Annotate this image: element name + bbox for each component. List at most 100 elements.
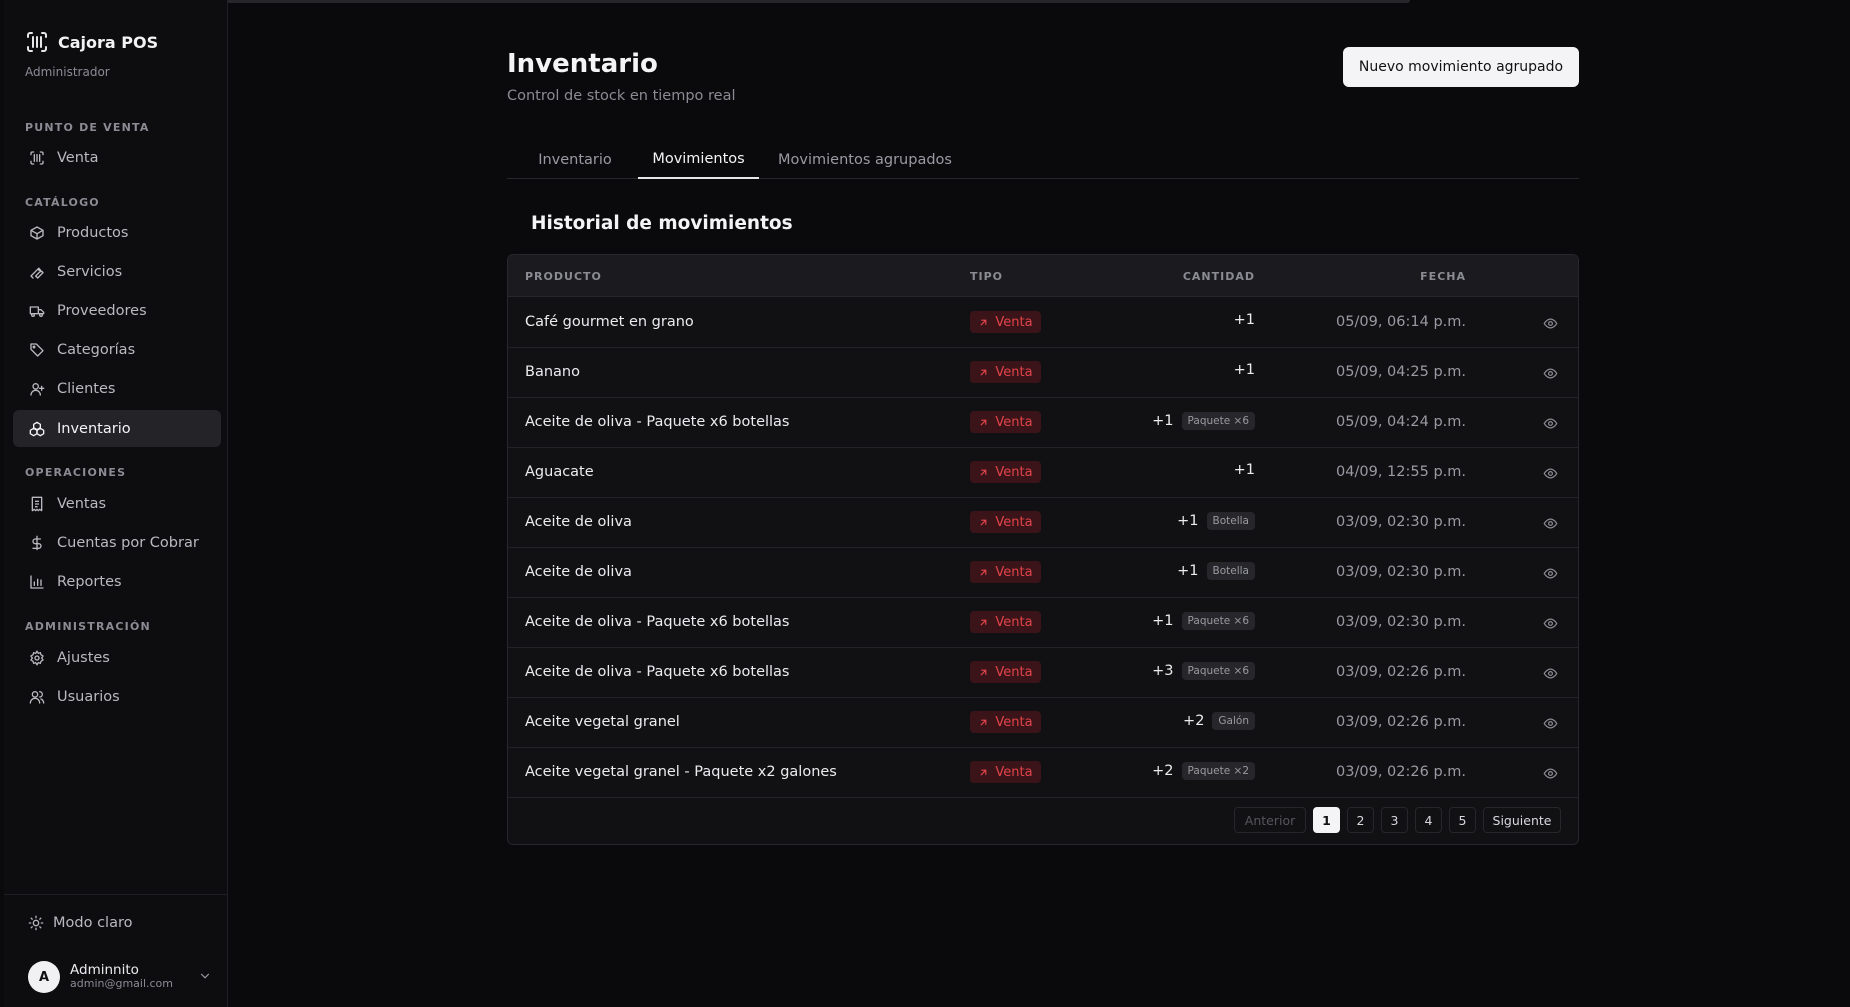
table-row[interactable]: Aceite de oliva Venta +1 Botella 03/09, 02:3… [508,548,1578,598]
eye-icon[interactable] [1543,566,1558,581]
user-icon [29,381,45,397]
type-badge: Venta [970,311,1041,333]
unit-badge: Botella [1206,512,1255,530]
quantity-value: +1 [1233,362,1255,378]
tab-movimientos[interactable]: Movimientos [638,140,759,179]
type-badge: Venta [970,361,1041,383]
sidebar-item-cuentas-por-cobrar[interactable]: Cuentas por Cobrar [13,524,221,561]
page-button-4[interactable]: 4 [1415,807,1442,833]
sidebar-item-clientes[interactable]: Clientes [13,370,221,407]
movement-date: 05/09, 06:14 p.m. [1336,314,1466,330]
section-title-punto-de-venta: PUNTO DE VENTA [25,121,150,134]
arrow-up-right-icon [981,369,987,375]
sidebar-item-productos[interactable]: Productos [13,214,221,251]
arrow-up-right-icon [981,519,987,525]
page-button-3[interactable]: 3 [1381,807,1408,833]
table-row[interactable]: Aceite de oliva - Paquete x6 botellas Ven… [508,398,1578,448]
eye-icon[interactable] [1543,366,1558,381]
user-menu[interactable]: A Adminnito admin@gmail.com [28,959,212,995]
type-label: Venta [995,714,1033,730]
arrow-up-right-icon [981,669,987,675]
arrow-up-right-icon [981,319,987,325]
quantity-cell: +2 Paquete ×2 [1152,762,1255,780]
movement-date: 05/09, 04:25 p.m. [1336,364,1466,380]
table-row[interactable]: Aceite vegetal granel - Paquete x2 galon… [508,748,1578,798]
table-row[interactable]: Aguacate Venta +1 04/09, 12:55 p.m. [508,448,1578,498]
type-badge: Venta [970,461,1041,483]
unit-badge: Paquete ×6 [1181,612,1255,630]
quantity-value: +1 [1177,563,1199,579]
quantity-cell: +1 Paquete ×6 [1152,412,1255,430]
sidebar-item-label: Ajustes [57,649,110,666]
sidebar-item-ajustes[interactable]: Ajustes [13,639,221,676]
sidebar-item-categorias[interactable]: Categorías [13,331,221,368]
type-label: Venta [995,514,1033,530]
sidebar-item-reportes[interactable]: Reportes [13,563,221,600]
type-label: Venta [995,564,1033,580]
type-label: Venta [995,664,1033,680]
eye-icon[interactable] [1543,416,1558,431]
dollar-icon [29,535,45,551]
new-grouped-movement-button[interactable]: Nuevo movimiento agrupado [1343,47,1579,87]
type-label: Venta [995,314,1033,330]
movement-date: 03/09, 02:30 p.m. [1336,614,1466,630]
eye-icon[interactable] [1543,766,1558,781]
sidebar-item-usuarios[interactable]: Usuarios [13,678,221,715]
sidebar-item-ventas[interactable]: Ventas [13,485,221,522]
type-badge: Venta [970,561,1041,583]
column-header-quantity: CANTIDAD [1182,270,1255,283]
sidebar-item-label: Ventas [57,495,107,512]
eye-icon[interactable] [1543,516,1558,531]
prev-page-button[interactable]: Anterior [1234,807,1306,833]
sidebar-item-venta[interactable]: Venta [13,139,221,176]
table-row[interactable]: Banano Venta +1 05/09, 04:25 p.m. [508,348,1578,398]
theme-toggle-label: Modo claro [53,915,133,931]
arrow-up-right-icon [981,569,987,575]
sidebar-item-proveedores[interactable]: Proveedores [13,292,221,329]
unit-badge: Botella [1206,562,1255,580]
tab-movimientos-agrupados[interactable]: Movimientos agrupados [774,140,956,179]
table-row[interactable]: Aceite de oliva Venta +1 Botella 03/09, 02:3… [508,498,1578,548]
eye-icon[interactable] [1543,666,1558,681]
arrow-up-right-icon [981,619,987,625]
product-name: Café gourmet en grano [525,314,694,330]
table-row[interactable]: Aceite de oliva - Paquete x6 botellas Ven… [508,648,1578,698]
sidebar-item-label: Proveedores [57,302,147,319]
arrow-up-right-icon [981,469,987,475]
eye-icon[interactable] [1543,616,1558,631]
eye-icon[interactable] [1543,466,1558,481]
table-header: PRODUCTO TIPO CANTIDAD FECHA [508,255,1578,297]
page-button-2[interactable]: 2 [1347,807,1374,833]
brand[interactable]: Cajora POS [25,30,158,54]
table-row[interactable]: Aceite de oliva - Paquete x6 botellas Ven… [508,598,1578,648]
user-email: admin@gmail.com [70,977,174,991]
arrow-up-right-icon [981,419,987,425]
type-badge: Venta [970,611,1041,633]
page-button-1[interactable]: 1 [1313,807,1340,833]
eye-icon[interactable] [1543,716,1558,731]
quantity-cell: +1 [1234,462,1255,478]
section-title-administracion: ADMINISTRACIÓN [25,620,151,633]
tag-icon [29,342,45,358]
avatar: A [28,961,60,993]
table-row[interactable]: Café gourmet en grano Venta +1 05/09, 06:14… [508,298,1578,348]
type-badge: Venta [970,761,1041,783]
sidebar-item-servicios[interactable]: Servicios [13,253,221,290]
users-icon [29,689,45,705]
sidebar-item-label: Clientes [57,380,116,397]
product-name: Aceite de oliva [525,514,632,530]
theme-toggle[interactable]: Modo claro [28,915,132,931]
product-name: Aceite vegetal granel [525,714,680,730]
next-page-button[interactable]: Siguiente [1483,807,1561,833]
eye-icon[interactable] [1543,316,1558,331]
table-row[interactable]: Aceite vegetal granel Venta +2 Galón 03/09, … [508,698,1578,748]
product-name: Aceite vegetal granel - Paquete x2 galon… [525,764,837,780]
tab-inventario[interactable]: Inventario [527,140,623,179]
sidebar-item-label: Usuarios [57,688,120,705]
sidebar-item-inventario[interactable]: Inventario [13,410,221,447]
page-subtitle: Control de stock en tiempo real [507,88,736,104]
quantity-value: +1 [1152,413,1174,429]
page-button-5[interactable]: 5 [1449,807,1476,833]
type-badge: Venta [970,511,1041,533]
quantity-value: +1 [1177,513,1199,529]
